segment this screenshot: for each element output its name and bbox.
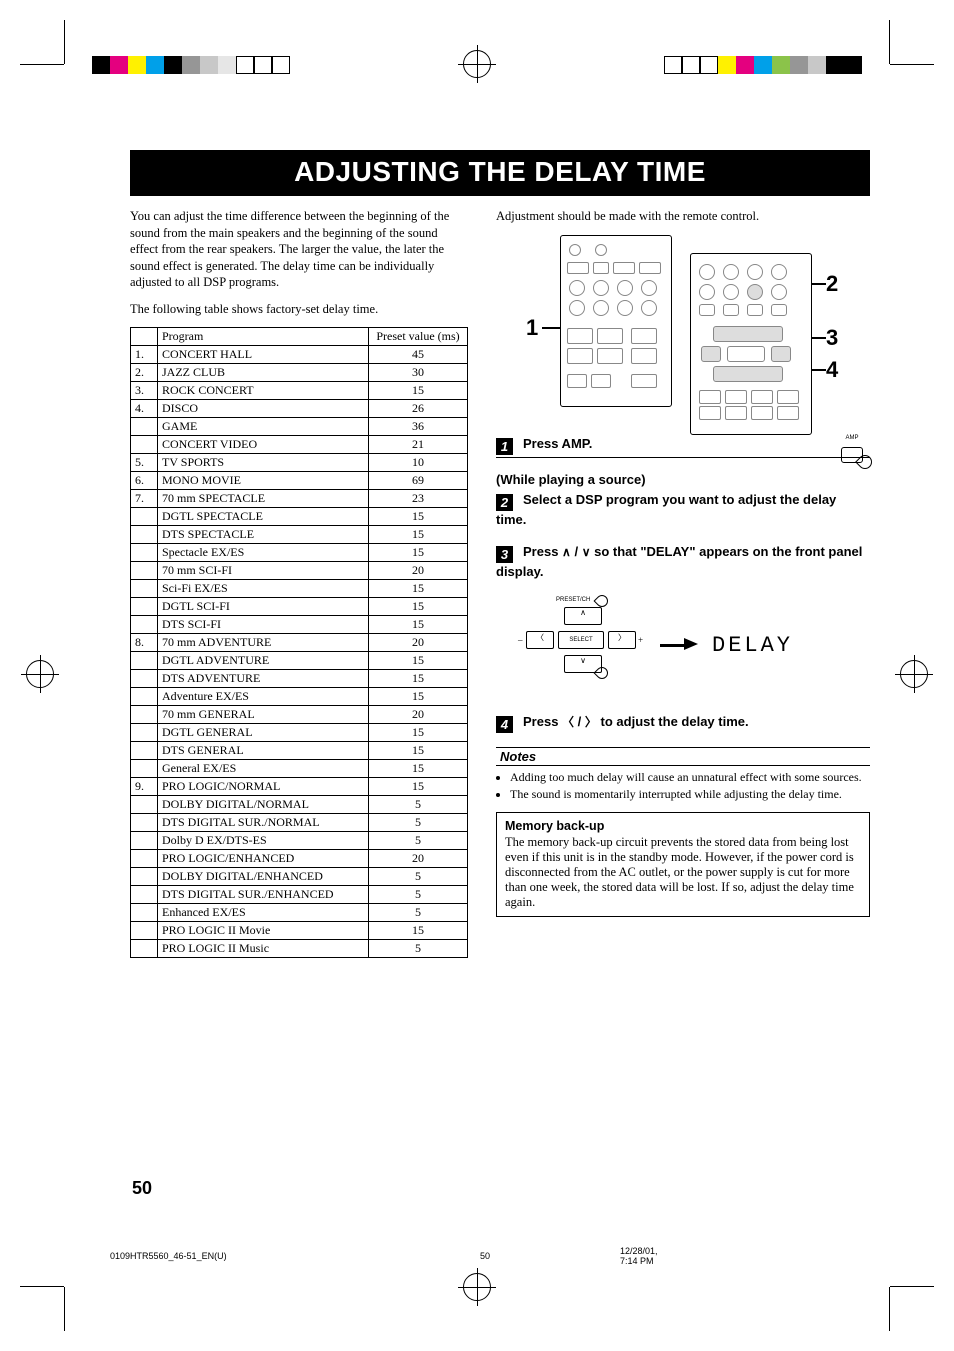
delay-table: Program Preset value (ms) 1.CONCERT HALL… <box>130 327 468 958</box>
table-row: 2.JAZZ CLUB30 <box>131 364 468 382</box>
table-row: Enhanced EX/ES5 <box>131 904 468 922</box>
footer: 0109HTR5560_46-51_EN(U) 50 12/28/01, 7:1… <box>110 1251 227 1261</box>
table-row: CONCERT VIDEO21 <box>131 436 468 454</box>
table-row: General EX/ES15 <box>131 760 468 778</box>
table-row: DTS GENERAL15 <box>131 742 468 760</box>
step-4-number: 4 <box>496 716 513 733</box>
table-row: 9.PRO LOGIC/NORMAL15 <box>131 778 468 796</box>
table-row: DGTL ADVENTURE15 <box>131 652 468 670</box>
intro-paragraph-1: You can adjust the time difference betwe… <box>130 208 468 291</box>
memory-backup-box: Memory back-up The memory back-up circui… <box>496 812 870 917</box>
table-row: Spectacle EX/ES15 <box>131 544 468 562</box>
step-2-number: 2 <box>496 494 513 511</box>
table-row: 1.CONCERT HALL45 <box>131 346 468 364</box>
notes-list: Adding too much delay will cause an unna… <box>510 770 870 802</box>
table-row: DTS ADVENTURE15 <box>131 670 468 688</box>
remote-diagram: 1 2 3 4 <box>520 235 870 425</box>
table-row: DTS SPECTACLE15 <box>131 526 468 544</box>
list-item: Adding too much delay will cause an unna… <box>510 770 870 785</box>
step-4: 4 Press 〈 / 〉 to adjust the delay time. <box>496 713 870 733</box>
callout-3: 3 <box>826 325 838 351</box>
table-row: PRO LOGIC II Movie15 <box>131 922 468 940</box>
table-row: Sci-Fi EX/ES15 <box>131 580 468 598</box>
right-angle-icon: 〉 <box>585 715 597 729</box>
table-row: PRO LOGIC II Music5 <box>131 940 468 958</box>
col-program: Program <box>158 328 369 346</box>
table-row: DOLBY DIGITAL/ENHANCED5 <box>131 868 468 886</box>
while-playing: (While playing a source) <box>496 472 870 487</box>
registration-mark-left <box>26 660 54 688</box>
table-row: 7.70 mm SPECTACLE23 <box>131 490 468 508</box>
intro-paragraph-2: The following table shows factory-set de… <box>130 301 468 318</box>
table-row: DTS DIGITAL SUR./NORMAL5 <box>131 814 468 832</box>
footer-filename: 0109HTR5560_46-51_EN(U) <box>110 1251 227 1261</box>
table-row: Dolby D EX/DTS-ES5 <box>131 832 468 850</box>
delay-display-word: DELAY <box>712 633 793 658</box>
step-1-text: Press AMP. <box>523 436 592 451</box>
table-row: 4.DISCO26 <box>131 400 468 418</box>
step-3-number: 3 <box>496 546 513 563</box>
up-chevron-icon: ∧ <box>562 545 571 559</box>
table-row: 6.MONO MOVIE69 <box>131 472 468 490</box>
callout-1: 1 <box>526 315 538 341</box>
step-2: 2 Select a DSP program you want to adjus… <box>496 491 870 529</box>
step-2-text: Select a DSP program you want to adjust … <box>496 492 836 527</box>
right-intro: Adjustment should be made with the remot… <box>496 208 870 225</box>
table-row: DGTL GENERAL15 <box>131 724 468 742</box>
section-title: ADJUSTING THE DELAY TIME <box>130 150 870 196</box>
dpad-diagram: PRESET/CH ∧ 〈 SELECT 〉 ∨ – + <box>526 601 646 691</box>
step-1-number: 1 <box>496 438 513 455</box>
footer-timestamp: 12/28/01, 7:14 PM <box>620 1246 658 1266</box>
footer-page: 50 <box>480 1251 490 1261</box>
notes-heading: Notes <box>496 747 870 766</box>
table-row: DTS SCI-FI15 <box>131 616 468 634</box>
table-row: 5.TV SPORTS10 <box>131 454 468 472</box>
registration-mark-right <box>900 660 928 688</box>
step-4-text: Press 〈 / 〉 to adjust the delay time. <box>523 714 749 729</box>
page-number: 50 <box>132 1178 152 1199</box>
step-3: 3 Press ∧ / ∨ so that "DELAY" appears on… <box>496 543 870 581</box>
table-row: 70 mm GENERAL20 <box>131 706 468 724</box>
colorbar-left <box>92 56 290 74</box>
table-row: DTS DIGITAL SUR./ENHANCED5 <box>131 886 468 904</box>
table-row: GAME36 <box>131 418 468 436</box>
table-row: DGTL SPECTACLE15 <box>131 508 468 526</box>
table-row: 8.70 mm ADVENTURE20 <box>131 634 468 652</box>
table-row: DOLBY DIGITAL/NORMAL5 <box>131 796 468 814</box>
left-angle-icon: 〈 <box>562 715 574 729</box>
memory-backup-heading: Memory back-up <box>505 819 861 833</box>
callout-4: 4 <box>826 357 838 383</box>
registration-mark-bottom <box>463 1273 491 1301</box>
amp-button-icon: AMP <box>834 435 870 467</box>
col-preset-value: Preset value (ms) <box>369 328 468 346</box>
colorbar-right <box>664 56 862 74</box>
table-row: Adventure EX/ES15 <box>131 688 468 706</box>
memory-backup-body: The memory back-up circuit prevents the … <box>505 835 861 910</box>
list-item: The sound is momentarily interrupted whi… <box>510 787 870 802</box>
step-1: 1 Press AMP. AMP <box>496 435 870 458</box>
table-row: PRO LOGIC/ENHANCED20 <box>131 850 468 868</box>
registration-mark-top <box>463 50 491 78</box>
table-row: 70 mm SCI-FI20 <box>131 562 468 580</box>
callout-2: 2 <box>826 271 838 297</box>
arrow-right-icon <box>660 637 698 655</box>
table-row: 3.ROCK CONCERT15 <box>131 382 468 400</box>
step-3-text: Press ∧ / ∨ so that "DELAY" appears on t… <box>496 544 862 579</box>
table-row: DGTL SCI-FI15 <box>131 598 468 616</box>
